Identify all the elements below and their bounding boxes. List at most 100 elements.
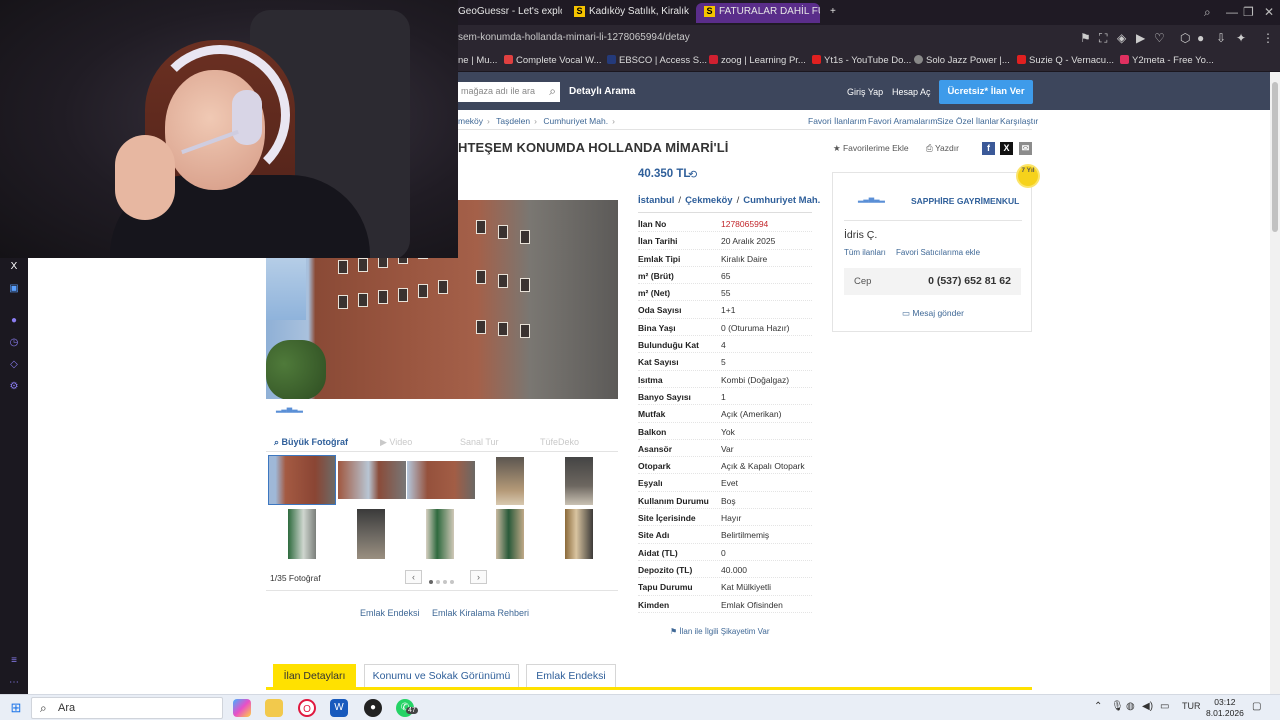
detail-search-link[interactable]: Detaylı Arama [569, 86, 635, 97]
opera-icon[interactable]: O [298, 699, 316, 717]
thumbnail[interactable] [357, 509, 385, 559]
heart-icon[interactable]: ♡ [1154, 31, 1165, 45]
tab-faturalar[interactable]: S FATURALAR DAHİL FULL E [696, 3, 820, 23]
chevron-up-icon[interactable]: ⌃ [1094, 701, 1102, 712]
settings-icon[interactable]: ⚙ [8, 381, 20, 393]
location-neighborhood[interactable]: Cumhuriyet Mah. [743, 195, 820, 206]
bookmark-item[interactable]: Yt1s - YouTube Do... [812, 55, 911, 66]
thumbnail[interactable] [288, 509, 316, 559]
profile-icon[interactable]: ● [1197, 31, 1204, 45]
pager-dot[interactable] [443, 580, 447, 584]
breadcrumb-item[interactable]: Cumhuriyet Mah. [543, 116, 608, 126]
thumbnail[interactable] [407, 461, 475, 499]
bookmark-item[interactable]: zoog | Learning Pr... [709, 55, 806, 66]
menu-icon[interactable]: ⋮ [1262, 31, 1274, 45]
tab-kadikoy[interactable]: S Kadıköy Satılık, Kiralık Em [566, 3, 692, 23]
all-listings-link[interactable]: Tüm ilanları [844, 248, 886, 257]
tray-app-icon[interactable]: ◍ [1126, 701, 1135, 712]
thumbnail[interactable] [565, 457, 593, 505]
add-favorite-button[interactable]: ★ Favorilerime Ekle [833, 143, 909, 154]
thumbnail[interactable] [565, 509, 593, 559]
store-search-input[interactable]: mağaza adı ile ara ⌕ [458, 82, 560, 102]
location-city[interactable]: İstanbul [638, 195, 674, 206]
tab-large-photo[interactable]: ⌕ Büyük Fotoğraf [274, 437, 348, 448]
windows-start-icon[interactable]: ⊞ [7, 699, 25, 717]
obs-icon[interactable]: ● [364, 699, 382, 717]
search-icon[interactable]: ⌕ [549, 84, 556, 99]
url-field[interactable]: sem-konumda-hollanda-mimari-li-127806599… [458, 32, 690, 43]
history-icon[interactable]: ◷ [8, 337, 20, 349]
real-estate-index-link[interactable]: Emlak Endeksi [360, 608, 420, 618]
pager-dot[interactable] [429, 580, 433, 584]
tab-geoguessr[interactable]: GeoGuessr - Let's explore [450, 3, 562, 23]
register-link[interactable]: Hesap Aç [892, 87, 931, 97]
post-ad-button[interactable]: Ücretsiz* İlan Ver [939, 80, 1033, 104]
send-message-link[interactable]: ▭ Mesaj gönder [902, 308, 964, 319]
network-icon[interactable]: ▭ [1160, 701, 1169, 712]
play-icon[interactable]: ▶ [1136, 31, 1145, 45]
download-icon[interactable]: ⇩ [1216, 31, 1226, 45]
rental-guide-link[interactable]: Emlak Kiralama Rehberi [432, 608, 529, 618]
bookmark-item[interactable]: Suzie Q - Vernacu... [1017, 55, 1114, 66]
complaint-link[interactable]: ⚑ İlan ile İlgili Şikayetim Var [670, 627, 770, 636]
breadcrumb-item[interactable]: meköy [458, 116, 483, 126]
bookmark-icon[interactable]: ⚑ [1080, 31, 1091, 45]
minimize-icon[interactable]: — [1226, 5, 1238, 19]
breadcrumb-item[interactable]: Taşdelen [496, 116, 530, 126]
close-icon[interactable]: ✕ [1264, 5, 1274, 19]
tab-real-estate-index[interactable]: Emlak Endeksi [526, 664, 616, 688]
taskbar-search[interactable]: ⌕ Ara [31, 697, 223, 719]
next-photo-button[interactable]: › [470, 570, 487, 584]
favorite-searches-link[interactable]: Favori Aramalarım [868, 116, 937, 126]
thumbnail[interactable] [338, 461, 406, 499]
bookmark-item[interactable]: Y2meta - Free Yo... [1120, 55, 1214, 66]
tab-location[interactable]: Konumu ve Sokak Görünümü [364, 664, 519, 688]
price-history-icon[interactable]: ⟲ [688, 168, 697, 181]
bookmark-item[interactable]: EBSCO | Access S... [607, 55, 707, 66]
gx-icon[interactable]: ≡ [8, 655, 20, 667]
clock[interactable]: 03:12 8.01.2026 [1206, 697, 1244, 719]
bookmark-item[interactable]: ne | Mu... [458, 55, 497, 66]
thumbnail[interactable] [426, 509, 454, 559]
x-icon[interactable]: X [1000, 142, 1013, 155]
extensions-icon[interactable]: ⬡ [1180, 31, 1190, 45]
music-icon[interactable]: ● [8, 315, 20, 327]
mail-icon[interactable]: ✉ [1019, 142, 1032, 155]
facebook-icon[interactable]: f [982, 142, 995, 155]
microphone-icon[interactable]: 🎙 [1111, 701, 1124, 712]
translate-icon[interactable]: ▣ [8, 283, 20, 295]
chat-icon[interactable]: ◇ [8, 359, 20, 371]
x-icon[interactable]: X [8, 261, 20, 273]
folder-icon[interactable] [265, 699, 283, 717]
login-link[interactable]: Giriş Yap [847, 87, 883, 97]
pager-dot[interactable] [450, 580, 454, 584]
bookmark-item[interactable]: Complete Vocal W... [504, 55, 602, 66]
special-listings-link[interactable]: Size Özel İlanlar [937, 116, 999, 126]
search-tabs-icon[interactable]: ⌕ [1204, 5, 1211, 20]
favorite-listings-link[interactable]: Favori İlanlarım [808, 116, 867, 126]
tab-listing-details[interactable]: İlan Detayları [273, 664, 356, 688]
more-icon[interactable]: ⋯ [8, 677, 20, 689]
compare-link[interactable]: Karşılaştır [1000, 116, 1038, 126]
notifications-icon[interactable]: ▢ [1252, 701, 1261, 712]
thumbnail[interactable] [496, 509, 524, 559]
language-indicator[interactable]: TUR [1182, 701, 1201, 711]
phone-number[interactable]: 0 (537) 652 81 62 [928, 275, 1011, 287]
location-district[interactable]: Çekmeköy [685, 195, 733, 206]
new-tab-button[interactable]: + [822, 3, 840, 23]
scrollbar-thumb[interactable] [1272, 82, 1278, 232]
favorite-seller-link[interactable]: Favori Satıcılarıma ekle [896, 248, 980, 257]
copilot-icon[interactable] [233, 699, 251, 717]
bookmark-item[interactable]: Solo Jazz Power |... [914, 55, 1010, 66]
word-icon[interactable]: W [330, 699, 348, 717]
seller-name[interactable]: SAPPHİRE GAYRİMENKUL [911, 196, 1019, 206]
ai-icon[interactable]: ✦ [1236, 31, 1246, 45]
print-button[interactable]: ⎙ Yazdır [926, 143, 959, 154]
speaker-icon[interactable]: ◀) [1142, 701, 1153, 712]
pager-dot[interactable] [436, 580, 440, 584]
maximize-icon[interactable]: ❐ [1243, 5, 1254, 19]
screenshot-icon[interactable]: ⛶ [1099, 31, 1107, 46]
seller-logo[interactable]: ▂▃▅▃▂ [858, 195, 885, 203]
thumbnail[interactable] [496, 457, 524, 505]
thumbnail[interactable] [268, 455, 336, 505]
